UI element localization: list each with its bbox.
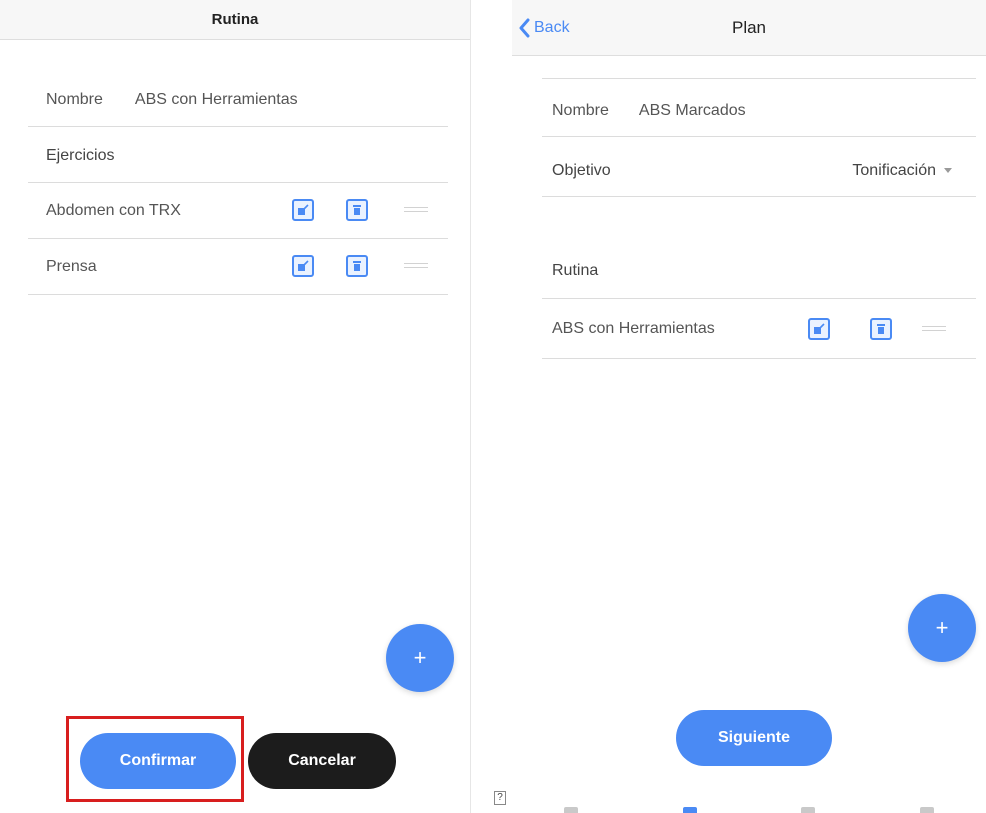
drag-handle-icon[interactable] bbox=[922, 326, 946, 334]
nombre-value[interactable]: ABS con Herramientas bbox=[135, 91, 298, 109]
exercise-name: Prensa bbox=[46, 258, 97, 275]
delete-button[interactable] bbox=[346, 255, 368, 277]
routine-name: ABS con Herramientas bbox=[552, 320, 715, 337]
trash-icon bbox=[353, 261, 361, 271]
navbar: Rutina bbox=[0, 0, 470, 40]
screen-separator bbox=[470, 0, 471, 813]
edit-button[interactable] bbox=[292, 255, 314, 277]
navbar: Back Plan bbox=[512, 0, 986, 56]
drag-handle-icon[interactable] bbox=[404, 263, 428, 271]
list-item[interactable]: Abdomen con TRX bbox=[46, 196, 446, 226]
nombre-row[interactable]: Nombre ABS con Herramientas bbox=[46, 86, 298, 114]
drag-handle-icon[interactable] bbox=[404, 207, 428, 215]
caret-down-icon bbox=[944, 168, 952, 174]
tab-progress[interactable] bbox=[801, 807, 816, 813]
divider bbox=[542, 196, 976, 197]
add-exercise-button[interactable]: + bbox=[386, 624, 454, 692]
cancel-label: Cancelar bbox=[288, 752, 356, 769]
exercise-name: Abdomen con TRX bbox=[46, 202, 181, 219]
rutina-label: Rutina bbox=[552, 262, 599, 279]
rutina-screen: Rutina Nombre ABS con Herramientas Ejerc… bbox=[0, 0, 470, 813]
tab-bar bbox=[512, 803, 986, 813]
edit-button[interactable] bbox=[808, 318, 830, 340]
objetivo-value: Tonificación bbox=[852, 162, 936, 179]
nombre-label: Nombre bbox=[46, 91, 103, 108]
divider bbox=[542, 78, 976, 79]
tab-home[interactable] bbox=[564, 807, 579, 813]
delete-button[interactable] bbox=[870, 318, 892, 340]
edit-icon bbox=[298, 260, 309, 271]
list-item[interactable]: Prensa bbox=[46, 252, 446, 282]
page-title: Plan bbox=[731, 18, 767, 37]
tab-plans[interactable] bbox=[682, 807, 697, 813]
divider bbox=[28, 182, 448, 183]
ejercicios-label: Ejercicios bbox=[46, 147, 115, 164]
ejercicios-header: Ejercicios bbox=[46, 142, 114, 170]
plan-screen: Back Plan Nombre ABS Marcados Objetivo T… bbox=[512, 0, 986, 813]
nombre-value[interactable]: ABS Marcados bbox=[639, 102, 746, 120]
trash-icon bbox=[877, 324, 885, 334]
objetivo-select[interactable]: Tonificación bbox=[852, 162, 952, 180]
confirm-button[interactable]: Confirmar bbox=[80, 733, 236, 789]
edit-icon bbox=[814, 323, 825, 334]
trash-icon bbox=[353, 205, 361, 215]
list-item[interactable]: ABS con Herramientas bbox=[552, 314, 972, 344]
rutina-header: Rutina bbox=[552, 256, 598, 286]
gap-between-screens bbox=[470, 0, 512, 813]
next-label: Siguiente bbox=[717, 729, 790, 746]
objetivo-row[interactable]: Objetivo Tonificación bbox=[552, 156, 952, 186]
divider bbox=[542, 358, 976, 359]
edit-icon bbox=[298, 204, 309, 215]
plus-icon: + bbox=[935, 615, 949, 640]
divider bbox=[542, 298, 976, 299]
add-routine-button[interactable]: + bbox=[908, 594, 976, 662]
cancel-button[interactable]: Cancelar bbox=[248, 733, 396, 789]
divider bbox=[542, 136, 976, 137]
divider bbox=[28, 126, 448, 127]
nombre-label: Nombre bbox=[552, 102, 609, 119]
divider bbox=[28, 294, 448, 295]
tab-profile[interactable] bbox=[919, 807, 934, 813]
broken-image-icon: ? bbox=[494, 791, 506, 805]
objetivo-label: Objetivo bbox=[552, 162, 611, 179]
edit-button[interactable] bbox=[292, 199, 314, 221]
divider bbox=[28, 238, 448, 239]
plus-icon: + bbox=[413, 645, 427, 670]
next-button[interactable]: Siguiente bbox=[676, 710, 832, 766]
page-title: Rutina bbox=[211, 11, 259, 28]
nombre-row[interactable]: Nombre ABS Marcados bbox=[552, 96, 746, 126]
confirm-label: Confirmar bbox=[119, 752, 197, 769]
delete-button[interactable] bbox=[346, 199, 368, 221]
